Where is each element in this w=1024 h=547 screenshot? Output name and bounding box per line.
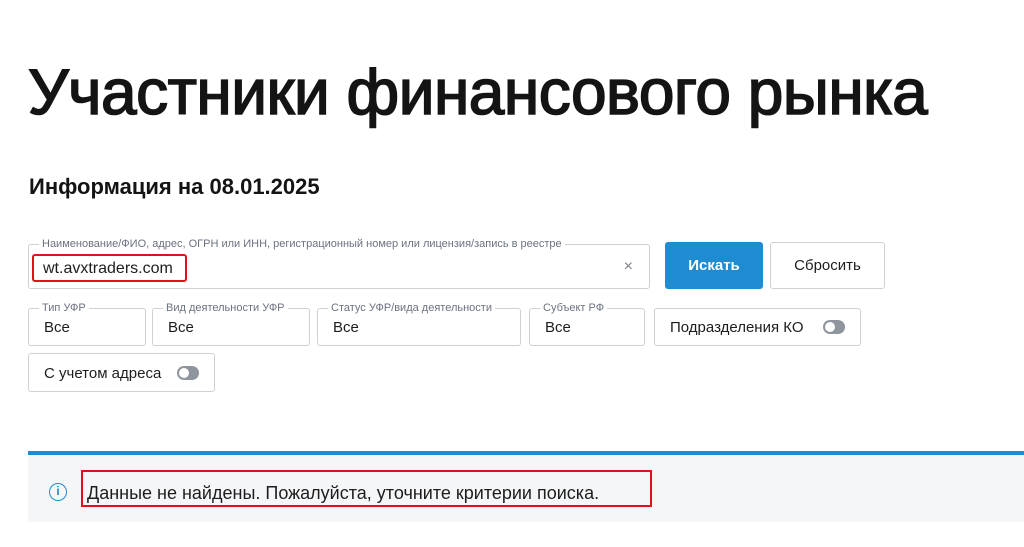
reset-button[interactable]: Сбросить: [770, 242, 885, 289]
filter-status-value: Все: [333, 319, 359, 336]
filter-status-label: Статус УФР/вида деятельности: [328, 301, 495, 315]
filter-region[interactable]: Субъект РФ Все: [529, 301, 645, 346]
search-input[interactable]: Наименование/ФИО, адрес, ОГРН или ИНН, р…: [28, 237, 650, 289]
search-button[interactable]: Искать: [665, 242, 763, 289]
info-icon: i: [49, 483, 67, 501]
toggle-ko-divisions[interactable]: Подразделения КО: [654, 308, 861, 346]
filter-region-label: Субъект РФ: [540, 301, 608, 315]
toggle-with-address-label: С учетом адреса: [44, 365, 162, 382]
toggle-ko-divisions-label: Подразделения КО: [670, 319, 804, 336]
clear-icon[interactable]: ×: [624, 257, 633, 277]
toggle-with-address[interactable]: С учетом адреса: [28, 353, 215, 392]
filter-activity-kind[interactable]: Вид деятельности УФР Все: [152, 301, 310, 346]
info-date-heading: Информация на 08.01.2025: [29, 174, 320, 199]
no-results-notice: i Данные не найдены. Пожалуйста, уточнит…: [28, 451, 1024, 522]
filter-ufr-type-label: Тип УФР: [39, 301, 89, 315]
filter-activity-kind-value: Все: [168, 319, 194, 336]
page-title: Участники финансового рынка: [27, 55, 928, 129]
filter-region-value: Все: [545, 319, 571, 336]
filter-status[interactable]: Статус УФР/вида деятельности Все: [317, 301, 521, 346]
filter-ufr-type-value: Все: [44, 319, 70, 336]
filter-activity-kind-label: Вид деятельности УФР: [163, 301, 288, 315]
toggle-with-address-switch[interactable]: [177, 366, 199, 380]
no-results-message: Данные не найдены. Пожалуйста, уточните …: [87, 483, 600, 503]
toggle-ko-divisions-switch[interactable]: [823, 320, 845, 334]
search-input-label: Наименование/ФИО, адрес, ОГРН или ИНН, р…: [39, 237, 565, 251]
search-input-value[interactable]: wt.avxtraders.com: [43, 258, 173, 280]
filter-ufr-type[interactable]: Тип УФР Все: [28, 301, 146, 346]
